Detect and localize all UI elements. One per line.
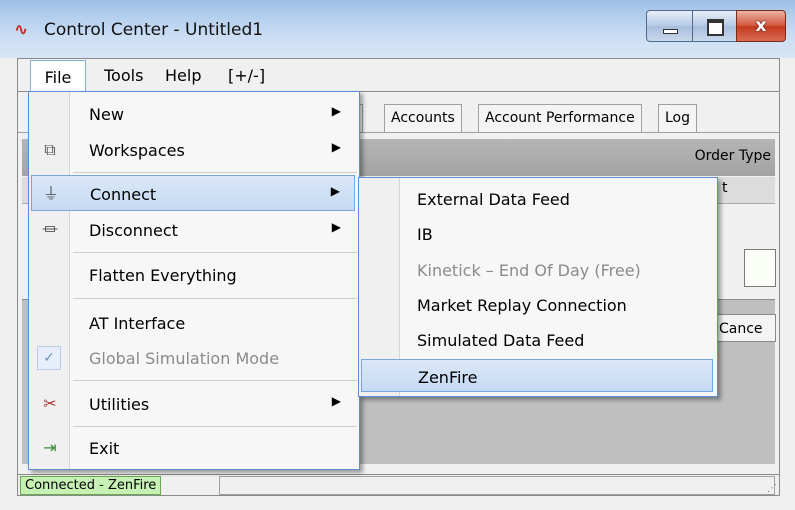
menu-item-label: Disconnect bbox=[89, 221, 178, 240]
submenu-item-label: Market Replay Connection bbox=[417, 296, 627, 315]
menu-item-disconnect[interactable]: ⏛ Disconnect ▶ bbox=[31, 212, 355, 248]
tab-account-performance[interactable]: Account Performance bbox=[478, 104, 642, 132]
connection-simulated-data-feed[interactable]: Simulated Data Feed bbox=[361, 323, 713, 356]
submenu-arrow-icon: ▶ bbox=[331, 140, 341, 154]
menu-item-global-simulation-mode[interactable]: ✓ Global Simulation Mode bbox=[31, 340, 355, 376]
submenu-item-label: Kinetick – End Of Day (Free) bbox=[417, 261, 641, 280]
menu-separator bbox=[73, 298, 357, 299]
menu-item-label: Flatten Everything bbox=[89, 266, 237, 285]
menu-separator bbox=[73, 380, 357, 381]
connection-ib[interactable]: IB bbox=[361, 217, 713, 250]
maximize-button[interactable] bbox=[692, 10, 737, 42]
status-bar: Connected - ZenFire ⋰ bbox=[17, 474, 780, 496]
menu-item-at-interface[interactable]: AT Interface bbox=[31, 305, 355, 341]
tools-icon: ✂ bbox=[43, 394, 57, 413]
submenu-item-label: Simulated Data Feed bbox=[417, 331, 585, 350]
control-center-window: ∿ Control Center - Untitled1 x File Tool… bbox=[0, 0, 795, 510]
menu-item-flatten-everything[interactable]: Flatten Everything bbox=[31, 257, 355, 293]
copy-icon: ⧉ bbox=[44, 140, 56, 159]
menu-item-workspaces[interactable]: ⧉ Workspaces ▶ bbox=[31, 132, 355, 168]
menu-item-label: Connect bbox=[90, 185, 157, 204]
minimize-button[interactable] bbox=[646, 10, 693, 42]
resize-grip-icon[interactable]: ⋰ bbox=[767, 483, 777, 494]
tab-log[interactable]: Log bbox=[658, 104, 698, 132]
submenu-item-label: IB bbox=[417, 225, 433, 244]
submenu-item-label: ZenFire bbox=[418, 368, 478, 387]
menu-item-connect[interactable]: ⏚ Connect ▶ bbox=[31, 175, 355, 211]
maximize-icon bbox=[707, 19, 724, 36]
subheader-text: t bbox=[722, 180, 728, 196]
menu-file[interactable]: File bbox=[30, 60, 86, 92]
connection-kinetick-eod[interactable]: Kinetick – End Of Day (Free) bbox=[361, 253, 713, 286]
exit-door-icon: ⇥ bbox=[43, 438, 57, 457]
close-icon: x bbox=[755, 16, 767, 36]
menu-item-new[interactable]: New ▶ bbox=[31, 96, 355, 132]
window-title: Control Center - Untitled1 bbox=[44, 20, 264, 40]
plug-disconnected-icon: ⏛ bbox=[41, 220, 58, 239]
menu-help[interactable]: Help bbox=[165, 59, 201, 92]
menu-separator bbox=[73, 172, 357, 173]
status-bar-panel bbox=[219, 476, 775, 495]
menu-separator bbox=[73, 426, 357, 427]
connection-status-badge: Connected - ZenFire bbox=[20, 476, 162, 495]
menu-bar: File Tools Help [+/-] bbox=[17, 58, 780, 92]
menu-item-label: Utilities bbox=[89, 395, 150, 414]
menu-item-label: Exit bbox=[89, 439, 120, 458]
connection-market-replay[interactable]: Market Replay Connection bbox=[361, 288, 713, 321]
tab-accounts[interactable]: Accounts bbox=[384, 104, 462, 132]
menu-separator bbox=[73, 252, 357, 253]
menu-expand-collapse[interactable]: [+/-] bbox=[228, 59, 265, 92]
menu-item-label: Global Simulation Mode bbox=[89, 349, 280, 368]
menu-tools[interactable]: Tools bbox=[104, 59, 143, 92]
connection-external-data-feed[interactable]: External Data Feed bbox=[361, 182, 713, 215]
connect-submenu: External Data Feed IB Kinetick – End Of … bbox=[358, 177, 718, 397]
file-menu-dropdown: New ▶ ⧉ Workspaces ▶ ⏚ Connect ▶ ⏛ Disco… bbox=[28, 91, 360, 470]
close-button[interactable]: x bbox=[736, 10, 786, 42]
menu-item-label: New bbox=[89, 105, 124, 124]
app-logo-icon: ∿ bbox=[14, 20, 29, 40]
menu-item-label: Workspaces bbox=[89, 141, 185, 160]
cancel-button[interactable]: Cance bbox=[714, 314, 776, 342]
plug-connected-icon: ⏚ bbox=[42, 184, 59, 203]
menu-item-label: AT Interface bbox=[89, 314, 186, 333]
checkmark-icon: ✓ bbox=[37, 346, 61, 370]
submenu-arrow-icon: ▶ bbox=[330, 184, 340, 198]
connection-zenfire[interactable]: ZenFire bbox=[361, 359, 713, 392]
submenu-item-label: External Data Feed bbox=[417, 190, 570, 209]
submenu-arrow-icon: ▶ bbox=[331, 394, 341, 408]
menu-item-utilities[interactable]: ✂ Utilities ▶ bbox=[31, 386, 355, 422]
column-header-order-type[interactable]: Order Type bbox=[695, 148, 771, 164]
submenu-arrow-icon: ▶ bbox=[331, 220, 341, 234]
title-bar[interactable]: ∿ Control Center - Untitled1 x bbox=[0, 0, 795, 58]
submenu-arrow-icon: ▶ bbox=[331, 104, 341, 118]
minimize-icon bbox=[663, 29, 678, 34]
menu-item-exit[interactable]: ⇥ Exit bbox=[31, 430, 355, 466]
order-input-field[interactable] bbox=[744, 249, 776, 287]
